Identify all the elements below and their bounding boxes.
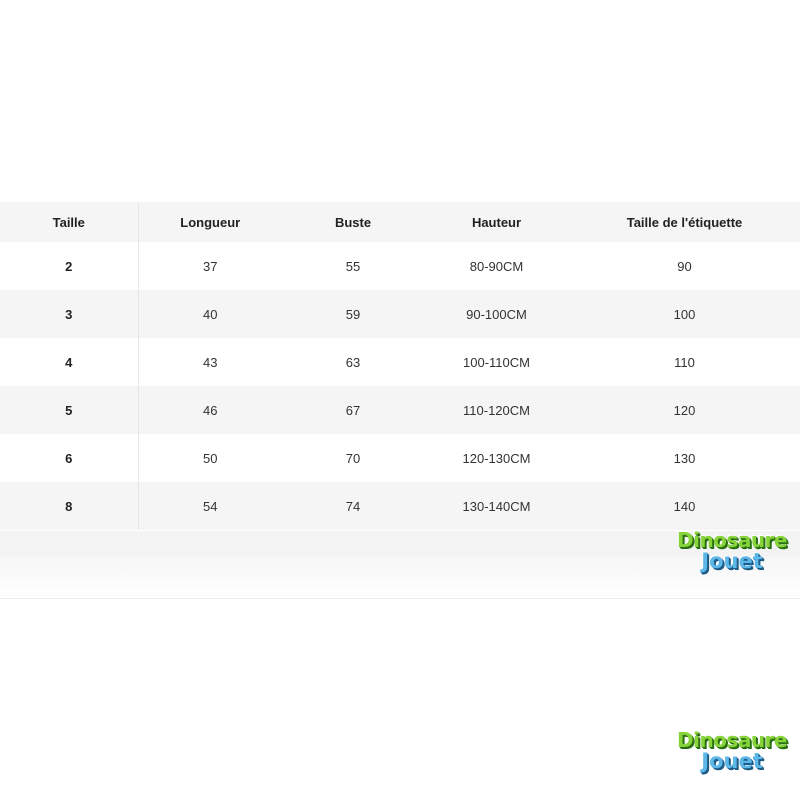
cell-hauteur: 120-130CM (424, 434, 569, 482)
logo-line-jouet: Jouet (701, 749, 763, 773)
cell-taille-etiquette: 90 (569, 242, 800, 290)
cell-longueur: 40 (138, 290, 282, 338)
cell-buste: 63 (282, 338, 424, 386)
cell-longueur: 50 (138, 434, 282, 482)
dinosaure-jouet-logo: Dinosaure Jouet (670, 730, 794, 772)
cell-buste: 70 (282, 434, 424, 482)
table-header-row: Taille Longueur Buste Hauteur Taille de … (0, 202, 800, 242)
header-longueur: Longueur (138, 202, 282, 242)
table-row: 4 43 63 100-110CM 110 (0, 338, 800, 386)
size-chart-page: Taille Longueur Buste Hauteur Taille de … (0, 0, 800, 800)
cell-taille: 3 (0, 290, 139, 338)
cell-buste: 59 (282, 290, 424, 338)
logo-line-dinosaure: Dinosaure (676, 728, 788, 752)
header-buste: Buste (282, 202, 424, 242)
table-row: 5 46 67 110-120CM 120 (0, 386, 800, 434)
table-row: 2 37 55 80-90CM 90 (0, 242, 800, 290)
cell-taille: 8 (0, 482, 139, 530)
cell-hauteur: 100-110CM (424, 338, 569, 386)
logo-line-dinosaure: Dinosaure (676, 528, 788, 552)
cell-longueur: 37 (138, 242, 282, 290)
cell-taille-etiquette: 110 (569, 338, 800, 386)
cell-taille-etiquette: 120 (569, 386, 800, 434)
table-row: 3 40 59 90-100CM 100 (0, 290, 800, 338)
cell-longueur: 54 (138, 482, 282, 530)
header-taille: Taille (0, 202, 139, 242)
header-hauteur: Hauteur (424, 202, 569, 242)
cell-hauteur: 130-140CM (424, 482, 569, 530)
logo-line-jouet: Jouet (701, 549, 763, 573)
cell-longueur: 46 (138, 386, 282, 434)
table-row: 8 54 74 130-140CM 140 (0, 482, 800, 530)
cell-taille-etiquette: 130 (569, 434, 800, 482)
cell-taille: 4 (0, 338, 139, 386)
cell-taille: 6 (0, 434, 139, 482)
cell-hauteur: 80-90CM (424, 242, 569, 290)
cell-buste: 55 (282, 242, 424, 290)
cell-hauteur: 110-120CM (424, 386, 569, 434)
cell-taille-etiquette: 140 (569, 482, 800, 530)
size-chart-table: Taille Longueur Buste Hauteur Taille de … (0, 202, 800, 530)
cell-taille: 2 (0, 242, 139, 290)
cell-taille: 5 (0, 386, 139, 434)
cell-longueur: 43 (138, 338, 282, 386)
table-row: 6 50 70 120-130CM 130 (0, 434, 800, 482)
cell-buste: 74 (282, 482, 424, 530)
cell-taille-etiquette: 100 (569, 290, 800, 338)
cell-hauteur: 90-100CM (424, 290, 569, 338)
dinosaure-jouet-logo: Dinosaure Jouet (670, 530, 794, 572)
cell-buste: 67 (282, 386, 424, 434)
header-taille-etiquette: Taille de l'étiquette (569, 202, 800, 242)
